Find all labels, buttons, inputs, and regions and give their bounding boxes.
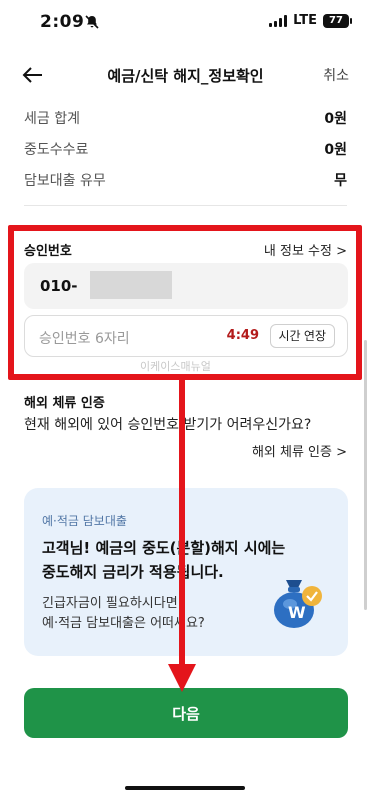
- promo-body-line2: 예·적금 담보대출은 어떠세요?: [42, 616, 205, 631]
- overseas-label: 해외 체류 인증: [24, 396, 105, 411]
- battery-icon: 77: [323, 13, 352, 28]
- promo-body: 긴급자금이 필요하시다면 예·적금 담보대출은 어떠세요?: [42, 594, 205, 634]
- promo-tag: 예·적금 담보대출: [42, 514, 127, 528]
- phone-field: 010-: [24, 263, 348, 309]
- edit-info-link[interactable]: 내 정보 수정 >: [264, 240, 347, 259]
- info-label: 중도수수료: [24, 142, 89, 158]
- watermark: 이케이스매뉴얼: [140, 360, 211, 373]
- overseas-auth-link[interactable]: 해외 체류 인증 >: [252, 441, 347, 460]
- header: 예금/신탁 해지_정보확인 취소: [0, 55, 371, 95]
- promo-headline-line1: 고객님! 예금의 중도(분할)해지 시에는: [42, 539, 286, 557]
- home-indicator: [125, 786, 245, 790]
- status-bar: 2:09 LTE 77: [0, 0, 371, 44]
- extend-time-button[interactable]: 시간 연장: [269, 324, 335, 348]
- code-placeholder: 승인번호 6자리: [39, 331, 130, 347]
- svg-text:W: W: [288, 603, 306, 622]
- auth-label: 승인번호: [24, 244, 72, 259]
- info-value: 무: [334, 173, 347, 189]
- network-label: LTE: [293, 13, 317, 28]
- money-bag-icon: W: [274, 580, 322, 628]
- approval-code-input[interactable]: 승인번호 6자리 4:49 시간 연장: [24, 315, 348, 357]
- status-indicators: LTE 77: [269, 13, 352, 28]
- info-row-fee: 중도수수료 0원: [24, 137, 347, 161]
- page-title: 예금/신탁 해지_정보확인: [107, 67, 264, 85]
- cancel-button[interactable]: 취소: [323, 65, 349, 85]
- promo-headline: 고객님! 예금의 중도(분할)해지 시에는 중도해지 금리가 적용됩니다.: [42, 536, 285, 584]
- bell-muted-icon: [85, 15, 99, 29]
- status-time: 2:09: [40, 12, 85, 32]
- scrollbar: [364, 340, 367, 610]
- promo-headline-line2: 중도해지 금리가 적용됩니다.: [42, 563, 224, 581]
- info-value: 0원: [324, 142, 347, 158]
- info-value: 0원: [324, 111, 347, 127]
- info-label: 담보대출 유무: [24, 173, 106, 189]
- phone-mask: [90, 271, 172, 299]
- promo-body-line1: 긴급자금이 필요하시다면: [42, 596, 178, 611]
- info-row-tax: 세금 합계 0원: [24, 106, 347, 130]
- signal-icon: [269, 14, 288, 27]
- divider: [24, 205, 347, 206]
- info-row-collateral: 담보대출 유무 무: [24, 168, 347, 192]
- info-label: 세금 합계: [24, 111, 80, 127]
- phone-value: 010-: [40, 277, 78, 295]
- overseas-text: 현재 해외에 있어 승인번호 받기가 어려우신가요?: [24, 417, 312, 433]
- countdown-timer: 4:49: [226, 328, 259, 343]
- next-button[interactable]: 다음: [24, 688, 348, 738]
- promo-card[interactable]: 예·적금 담보대출 고객님! 예금의 중도(분할)해지 시에는 중도해지 금리가…: [24, 488, 348, 656]
